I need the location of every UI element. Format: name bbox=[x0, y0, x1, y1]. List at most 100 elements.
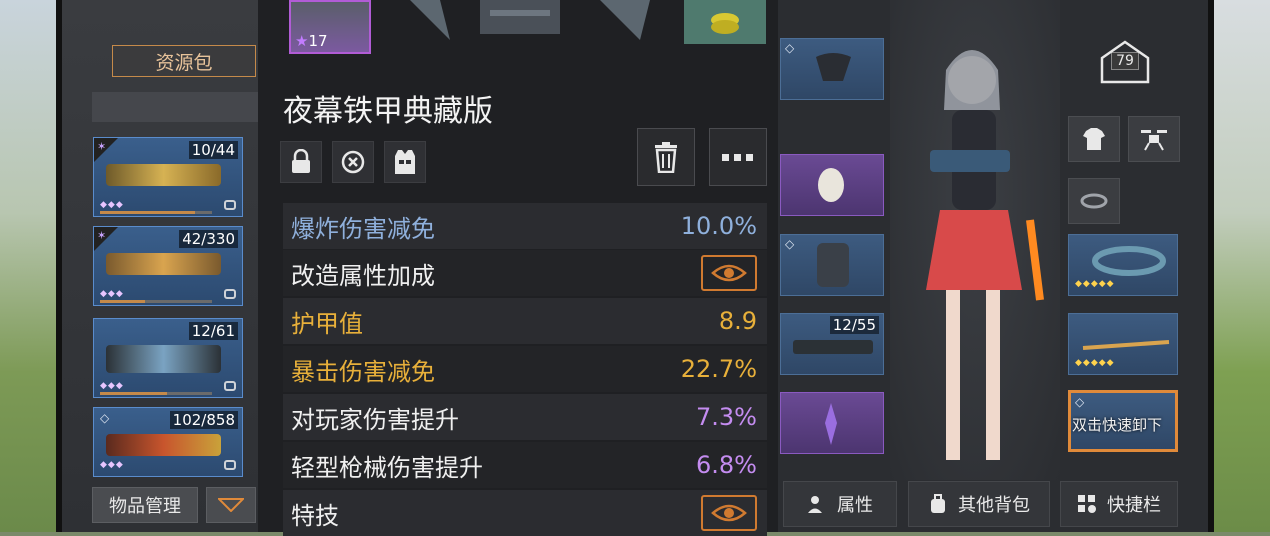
vest-icon bbox=[395, 150, 415, 174]
weapon-card[interactable]: ◇ 102/858 ◆◆◆ bbox=[93, 407, 243, 477]
dropdown-button[interactable] bbox=[206, 487, 256, 523]
other-bags-label: 其他背包 bbox=[958, 495, 1030, 516]
shortcut-button[interactable]: 快捷栏 bbox=[1060, 481, 1178, 527]
diamond-icon: ◇ bbox=[785, 237, 795, 251]
rifle-icon bbox=[106, 253, 221, 275]
armor-button[interactable] bbox=[384, 141, 426, 183]
shotgun-icon bbox=[106, 345, 221, 373]
shirt-icon bbox=[1083, 128, 1105, 150]
vest-icon bbox=[817, 243, 849, 287]
person-icon bbox=[808, 496, 822, 513]
quick-unload-hint: 双击快速卸下 bbox=[1072, 416, 1163, 434]
shortcut-label: 快捷栏 bbox=[1107, 495, 1161, 516]
stat-label: 暴击伤害减免 bbox=[291, 357, 435, 386]
house-level[interactable]: 79 bbox=[1096, 38, 1154, 84]
rarity-dots: ◆◆◆ bbox=[100, 460, 124, 470]
trash-icon bbox=[655, 142, 677, 173]
attributes-button[interactable]: 属性 bbox=[783, 481, 897, 527]
bracelet-slot[interactable]: ◆◆◆◆◆ bbox=[1068, 234, 1178, 296]
weapon-card[interactable]: 12/61 ◆◆◆ bbox=[93, 318, 243, 398]
rarity-corner: ✶ bbox=[94, 138, 118, 162]
stat-value: 10.0% bbox=[680, 212, 757, 240]
flower-slot[interactable] bbox=[780, 392, 884, 454]
stat-row: 对玩家伤害提升 7.3% bbox=[283, 394, 767, 440]
coin-slot bbox=[684, 0, 766, 44]
stat-row: 暴击伤害减免 22.7% bbox=[283, 346, 767, 392]
tab-resource-pack[interactable]: 资源包 bbox=[112, 45, 256, 77]
rarity-dots: ◆◆◆ bbox=[100, 289, 124, 299]
lock-button[interactable] bbox=[280, 141, 322, 183]
more-button[interactable] bbox=[709, 128, 767, 186]
rarity-dots: ◆◆◆ bbox=[100, 381, 124, 391]
eye-button[interactable] bbox=[701, 495, 757, 531]
rifle-icon bbox=[106, 164, 221, 186]
rarity-dots: ◆◆◆◆◆ bbox=[1075, 279, 1115, 289]
durability-bar bbox=[100, 211, 212, 214]
backpack-icon bbox=[931, 494, 945, 513]
stat-value: 8.9 bbox=[718, 307, 757, 335]
character-figure bbox=[926, 50, 1044, 460]
mask-icon bbox=[816, 53, 851, 81]
filter-strip bbox=[92, 92, 260, 122]
diamond-icon: ◇ bbox=[785, 41, 795, 55]
rarity-dots: ◆◆◆◆◆ bbox=[1075, 358, 1115, 368]
house-icon bbox=[1100, 40, 1150, 84]
ring-button[interactable] bbox=[1068, 178, 1120, 224]
drone-icon bbox=[1141, 130, 1167, 151]
knife-slot[interactable]: ◆◆◆◆◆ bbox=[1068, 313, 1178, 375]
lock-icon bbox=[224, 381, 236, 391]
gun-count: 12/55 bbox=[829, 316, 879, 334]
stat-row: 改造属性加成 bbox=[283, 250, 767, 296]
shortcut-icon bbox=[1078, 495, 1096, 513]
spider-icon: ✶ bbox=[97, 140, 107, 153]
star-count: 17 bbox=[308, 32, 328, 50]
rarity-corner: ✶ bbox=[94, 227, 118, 251]
star-icon: ★ bbox=[295, 32, 309, 50]
attributes-label: 属性 bbox=[837, 495, 873, 516]
ring-icon bbox=[1080, 193, 1108, 209]
stat-label: 对玩家伤害提升 bbox=[291, 405, 459, 434]
item-icon: ★17 bbox=[289, 0, 371, 54]
armor-slot[interactable]: ◇ bbox=[780, 234, 884, 296]
stat-label: 特技 bbox=[291, 501, 339, 530]
weapon-card[interactable]: ✶ 42/330 ◆◆◆ bbox=[93, 226, 243, 306]
star-level: ★17 bbox=[295, 32, 328, 50]
stat-row: 护甲值 8.9 bbox=[283, 298, 767, 344]
mask-slot[interactable]: ◇ bbox=[780, 38, 884, 100]
weapon-count: 10/44 bbox=[188, 141, 238, 159]
weapon-count: 102/858 bbox=[169, 411, 238, 429]
chevron-down-icon bbox=[218, 498, 244, 512]
stat-row: 爆炸伤害减免 10.0% bbox=[283, 203, 767, 249]
rifle-icon bbox=[106, 434, 221, 456]
item-management-button[interactable]: 物品管理 bbox=[92, 487, 198, 523]
eye-icon bbox=[711, 504, 747, 522]
stat-label: 爆炸伤害减免 bbox=[291, 214, 435, 243]
other-bags-button[interactable]: 其他背包 bbox=[908, 481, 1050, 527]
eye-icon bbox=[711, 264, 747, 282]
armor-icon bbox=[410, 0, 650, 40]
outfit-button[interactable] bbox=[1068, 116, 1120, 162]
stat-row: 轻型枪械伤害提升 6.8% bbox=[283, 442, 767, 488]
weapon-count: 42/330 bbox=[179, 230, 238, 248]
gun-slot[interactable]: 12/55 bbox=[780, 313, 884, 375]
lock-icon bbox=[224, 200, 236, 210]
item-title: 夜幕铁甲典藏版 bbox=[283, 94, 493, 129]
disable-button[interactable] bbox=[332, 141, 374, 183]
cancel-circle-icon bbox=[341, 150, 365, 174]
stat-value: 22.7% bbox=[680, 355, 757, 383]
durability-bar bbox=[100, 300, 212, 303]
stat-row: 特技 bbox=[283, 490, 767, 536]
flower-icon bbox=[825, 403, 837, 445]
eye-button[interactable] bbox=[701, 255, 757, 291]
armor-preview bbox=[400, 0, 660, 44]
more-icon bbox=[722, 154, 753, 161]
weapon-count: 12/61 bbox=[188, 322, 238, 340]
delete-button[interactable] bbox=[637, 128, 695, 186]
egg-slot[interactable] bbox=[780, 154, 884, 216]
background-left bbox=[0, 0, 60, 532]
drone-button[interactable] bbox=[1128, 116, 1180, 162]
lock-icon bbox=[224, 460, 236, 470]
weapon-card[interactable]: ✶ 10/44 ◆◆◆ bbox=[93, 137, 243, 217]
egg-icon bbox=[818, 168, 844, 202]
lock-icon bbox=[292, 149, 310, 173]
